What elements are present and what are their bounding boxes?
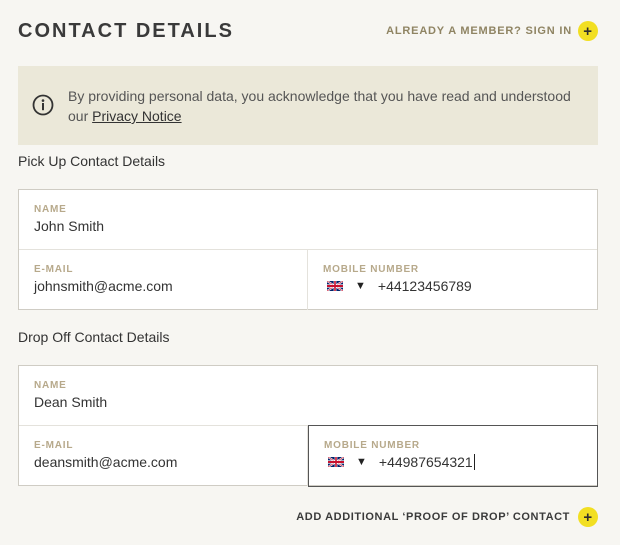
- name-label: NAME: [34, 204, 67, 215]
- info-icon: [32, 94, 54, 116]
- plus-icon[interactable]: +: [578, 507, 598, 527]
- mobile-label: MOBILE NUMBER: [324, 440, 420, 451]
- dropoff-section-label: Drop Off Contact Details: [18, 329, 170, 345]
- country-dropdown-caret-icon[interactable]: ▼: [355, 280, 366, 292]
- sign-in-label: ALREADY A MEMBER? SIGN IN: [386, 25, 572, 37]
- country-dropdown-caret-icon[interactable]: ▼: [356, 456, 367, 468]
- text-cursor: [473, 454, 475, 470]
- pickup-email-input[interactable]: johnsmith@acme.com: [34, 278, 292, 294]
- add-proof-of-drop-contact-button[interactable]: ADD ADDITIONAL ‘PROOF OF DROP’ CONTACT +: [296, 507, 598, 527]
- notice-text: By providing personal data, you acknowle…: [68, 86, 584, 126]
- add-contact-label: ADD ADDITIONAL ‘PROOF OF DROP’ CONTACT: [296, 511, 570, 523]
- dropoff-email-field[interactable]: E-MAIL deansmith@acme.com: [19, 426, 308, 486]
- section-header: CONTACT DETAILS ALREADY A MEMBER? SIGN I…: [18, 14, 598, 48]
- dropoff-email-input[interactable]: deansmith@acme.com: [34, 454, 292, 470]
- pickup-contact-card: NAME John Smith E-MAIL johnsmith@acme.co…: [18, 189, 598, 310]
- email-label: E-MAIL: [34, 440, 74, 451]
- dropoff-name-input[interactable]: Dean Smith: [34, 394, 582, 410]
- pickup-mobile-input[interactable]: +44123456789: [378, 278, 472, 294]
- sign-in-link[interactable]: ALREADY A MEMBER? SIGN IN +: [386, 21, 598, 41]
- dropoff-name-field[interactable]: NAME Dean Smith: [19, 366, 597, 426]
- pickup-name-field[interactable]: NAME John Smith: [19, 190, 597, 250]
- privacy-notice-link[interactable]: Privacy Notice: [92, 108, 181, 124]
- mobile-label: MOBILE NUMBER: [323, 264, 419, 275]
- dropoff-mobile-input[interactable]: +44987654321: [379, 454, 473, 470]
- uk-flag-icon[interactable]: [328, 457, 344, 467]
- page-title: CONTACT DETAILS: [18, 19, 234, 42]
- pickup-name-input[interactable]: John Smith: [34, 218, 582, 234]
- pickup-mobile-field[interactable]: MOBILE NUMBER ▼ +44123456789: [308, 250, 597, 310]
- uk-flag-icon[interactable]: [327, 281, 343, 291]
- dropoff-contact-card: NAME Dean Smith E-MAIL deansmith@acme.co…: [18, 365, 598, 487]
- privacy-notice-banner: By providing personal data, you acknowle…: [18, 66, 598, 145]
- name-label: NAME: [34, 380, 67, 391]
- pickup-email-field[interactable]: E-MAIL johnsmith@acme.com: [19, 250, 308, 310]
- dropoff-mobile-field[interactable]: MOBILE NUMBER ▼ +44987654321: [308, 425, 598, 487]
- email-label: E-MAIL: [34, 264, 74, 275]
- pickup-section-label: Pick Up Contact Details: [18, 153, 166, 169]
- plus-icon[interactable]: +: [578, 21, 598, 41]
